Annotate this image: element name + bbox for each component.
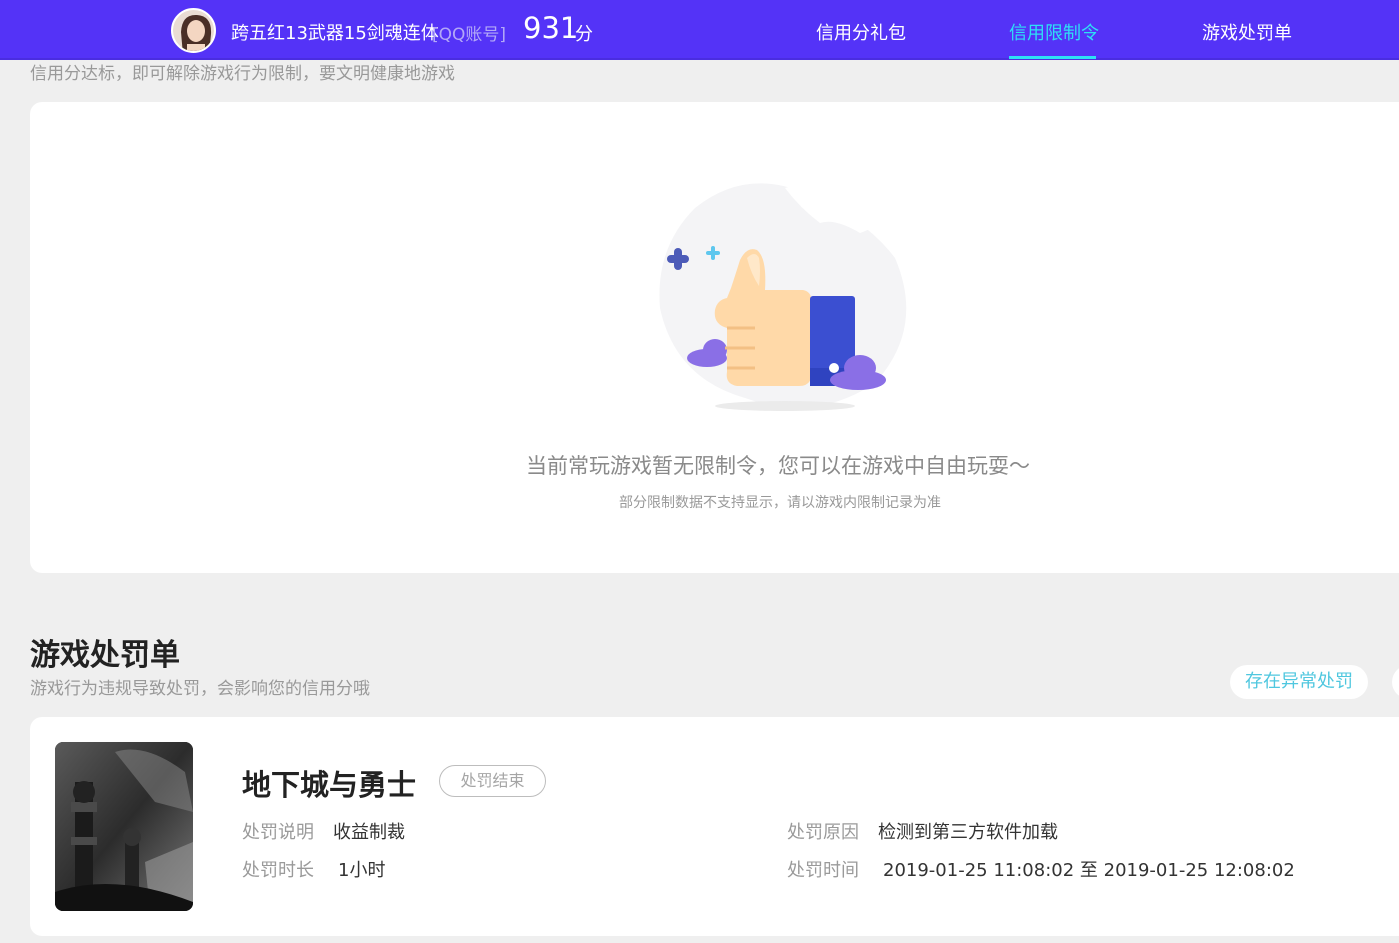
status-badge: 处罚结束 bbox=[439, 765, 546, 797]
account-type-label: [QQ账号] bbox=[432, 25, 507, 45]
top-bar: 跨五红13武器15剑魂连体 [QQ账号] 931 分 信用分礼包 信用限制令 游… bbox=[0, 0, 1399, 60]
secondary-filter-button[interactable] bbox=[1392, 665, 1399, 699]
penalty-duration-label: 处罚时长 bbox=[242, 860, 314, 881]
penalty-reason-label: 处罚原因 bbox=[787, 822, 859, 843]
game-cover-image bbox=[55, 742, 193, 911]
penalty-section-description: 游戏行为违规导致处罚，会影响您的信用分哦 bbox=[30, 679, 370, 699]
penalty-desc-label: 处罚说明 bbox=[242, 822, 314, 843]
username: 跨五红13武器15剑魂连体 bbox=[231, 23, 439, 44]
game-name: 地下城与勇士 bbox=[242, 768, 417, 802]
empty-state-subtitle: 部分限制数据不支持显示，请以游戏内限制记录为准 bbox=[619, 495, 941, 511]
tab-penalty-list[interactable]: 游戏处罚单 bbox=[1202, 19, 1292, 45]
credit-score: 931 bbox=[523, 11, 579, 45]
score-unit: 分 bbox=[575, 24, 593, 45]
restriction-note: 信用分达标，即可解除游戏行为限制，要文明健康地游戏 bbox=[30, 64, 455, 84]
penalty-desc-value: 收益制裁 bbox=[333, 822, 405, 843]
avatar[interactable] bbox=[171, 8, 216, 53]
empty-state-title: 当前常玩游戏暂无限制令，您可以在游戏中自由玩耍～ bbox=[526, 454, 1030, 478]
penalty-time-value: 2019-01-25 11:08:02 至 2019-01-25 12:08:0… bbox=[883, 860, 1295, 881]
active-tab-indicator bbox=[1009, 56, 1096, 59]
penalty-card bbox=[30, 717, 1399, 936]
penalty-section-title: 游戏处罚单 bbox=[30, 638, 180, 673]
penalty-reason-value: 检测到第三方软件加载 bbox=[878, 822, 1058, 843]
thumbs-up-icon bbox=[655, 178, 920, 418]
penalty-time-label: 处罚时间 bbox=[787, 860, 859, 881]
abnormal-penalty-filter-button[interactable]: 存在异常处罚 bbox=[1230, 665, 1368, 699]
tab-restriction-order[interactable]: 信用限制令 bbox=[1009, 19, 1099, 45]
penalty-duration-value: 1小时 bbox=[338, 860, 386, 881]
tab-credit-gift[interactable]: 信用分礼包 bbox=[816, 19, 906, 45]
